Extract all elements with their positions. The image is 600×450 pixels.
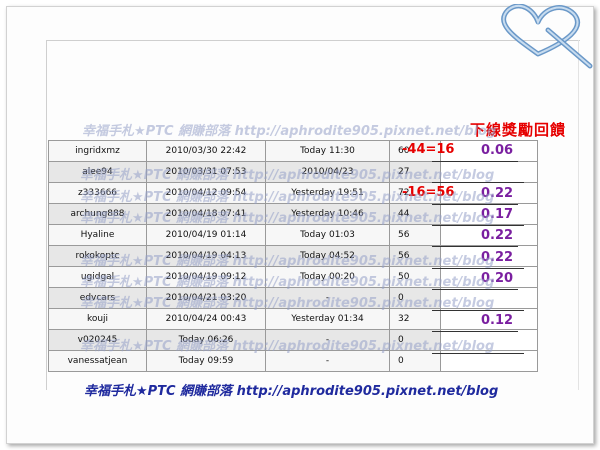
table-row: ugidgal 2010/04/19 09:12 Today 00:20 50 xyxy=(48,266,538,288)
referrals-table: ingridxmz 2010/03/30 22:42 Today 11:30 60 al… xyxy=(48,140,538,372)
referral-clicks: 72 xyxy=(389,182,441,204)
bonus-cell xyxy=(440,203,538,225)
referral-clicks: 56 xyxy=(389,224,441,246)
referral-clicks: 0 xyxy=(389,287,441,309)
bonus-cell xyxy=(440,350,538,372)
bonus-cell xyxy=(440,161,538,183)
referral-clicks: 56 xyxy=(389,245,441,267)
referral-clicks: 0 xyxy=(389,350,441,372)
table-row: v020245 Today 06:26-0 xyxy=(48,329,538,351)
referral-last-click: Yesterday 10:46 xyxy=(265,203,390,225)
referral-since: 2010/03/31 07:53 xyxy=(146,161,266,183)
table-row: ingridxmz 2010/03/30 22:42 Today 11:30 60 xyxy=(48,140,538,162)
referral-last-click: Today 04:52 xyxy=(265,245,390,267)
referral-clicks: 0 xyxy=(389,329,441,351)
referral-since: Today 06:26 xyxy=(146,329,266,351)
referral-last-click: Yesterday 19:51 xyxy=(265,182,390,204)
referral-clicks: 50 xyxy=(389,266,441,288)
referral-last-click: - xyxy=(265,329,390,351)
referral-name: v020245 xyxy=(48,329,147,351)
heart-icon xyxy=(501,4,593,69)
referral-last-click: Today 01:03 xyxy=(265,224,390,246)
referral-since: 2010/04/18 07:41 xyxy=(146,203,266,225)
referral-clicks: 44 xyxy=(389,203,441,225)
referral-since: 2010/03/30 22:42 xyxy=(146,140,266,162)
referral-since: 2010/04/19 04:13 xyxy=(146,245,266,267)
referral-name: Hyaline xyxy=(48,224,147,246)
table-row: z333666 2010/04/12 09:54 Yesterday 19:51 72 xyxy=(48,182,538,204)
referral-name: ingridxmz xyxy=(48,140,147,162)
bonus-cell xyxy=(440,224,538,246)
table-row: Hyaline 2010/04/19 01:14 Today 01:03 56 xyxy=(48,224,538,246)
table-row: kouji 2010/04/24 00:43 Yesterday 01:34 32 xyxy=(48,308,538,330)
referral-since: 2010/04/19 09:12 xyxy=(146,266,266,288)
referral-since: 2010/04/12 09:54 xyxy=(146,182,266,204)
referral-name: z333666 xyxy=(48,182,147,204)
frame-right-line xyxy=(578,40,579,390)
referral-last-click: - xyxy=(265,287,390,309)
referral-name: alee94 xyxy=(48,161,147,183)
referral-name: kouji xyxy=(48,308,147,330)
referral-last-click: - xyxy=(265,350,390,372)
referral-last-click: Today 11:30 xyxy=(265,140,390,162)
bonus-cell xyxy=(440,287,538,309)
referral-last-click: 2010/04/23 xyxy=(265,161,390,183)
referral-name: rokokoptc xyxy=(48,245,147,267)
table-row: rokokoptc 2010/04/19 04:13 Today 04:52 56 xyxy=(48,245,538,267)
bonus-cell xyxy=(440,182,538,204)
bonus-header: 下線獎勵回饋 xyxy=(470,121,567,139)
table-row: edvcars 2010/04/21 03:20-0 xyxy=(48,287,538,309)
frame-left-line xyxy=(46,40,47,390)
table-row: archung888 2010/04/18 07:41 Yesterday 10:4… xyxy=(48,203,538,225)
referral-last-click: Yesterday 01:34 xyxy=(265,308,390,330)
blog-footer: 幸福手札★PTC 網賺部落 http://aphrodite905.pixnet… xyxy=(84,384,499,399)
bonus-cell xyxy=(440,308,538,330)
referral-since: 2010/04/24 00:43 xyxy=(146,308,266,330)
bonus-cell xyxy=(440,329,538,351)
referral-name: vanessatjean xyxy=(48,350,147,372)
table-row: alee94 2010/03/31 07:53 2010/04/23 27 xyxy=(48,161,538,183)
referral-clicks: 32 xyxy=(389,308,441,330)
table-row: vanessatjean Today 09:59-0 xyxy=(48,350,538,372)
referral-name: ugidgal xyxy=(48,266,147,288)
referral-since: Today 09:59 xyxy=(146,350,266,372)
referral-since: 2010/04/21 03:20 xyxy=(146,287,266,309)
referral-clicks: 27 xyxy=(389,161,441,183)
referral-since: 2010/04/19 01:14 xyxy=(146,224,266,246)
referral-clicks: 60 xyxy=(389,140,441,162)
bonus-cell xyxy=(440,266,538,288)
referral-last-click: Today 00:20 xyxy=(265,266,390,288)
bonus-cell xyxy=(440,245,538,267)
referral-name: edvcars xyxy=(48,287,147,309)
bonus-cell xyxy=(440,140,538,162)
referral-name: archung888 xyxy=(48,203,147,225)
